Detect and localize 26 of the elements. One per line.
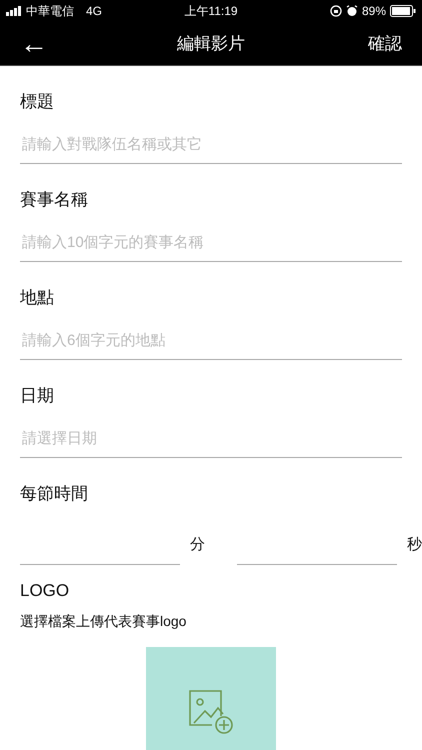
input-field[interactable]: 請輸入6個字元的地點 [20,322,402,360]
confirm-button[interactable]: 確認 [368,32,402,55]
carrier-name: 中華電信 [26,2,74,20]
clock-time: 上午11:19 [184,2,238,20]
field-label: 賽事名稱 [20,189,89,211]
page-title: 編輯影片 [177,33,245,55]
field-label: 每節時間 [20,483,89,505]
battery-percent: 89% [362,4,386,18]
field-label: 日期 [20,385,55,407]
input-field[interactable]: 請輸入10個字元的賽事名稱 [20,224,402,262]
field-label: 標題 [20,91,55,113]
unit-label: 分 [190,535,205,555]
field-label: 地點 [20,287,55,309]
unit-label: 秒 [407,535,422,555]
network-type: 4G [86,4,102,18]
add-image-icon [188,689,234,735]
back-button[interactable]: ← [20,30,48,58]
signal-icon [6,6,22,16]
input-field[interactable]: 請輸入對戰隊伍名稱或其它 [20,126,402,164]
alarm-icon [346,5,358,17]
upload-hint: 選擇檔案上傳代表賽事logo [20,613,188,631]
image-upload-button[interactable] [146,647,276,750]
field-label: LOGO [20,580,70,602]
rotation-lock-icon [330,5,342,17]
input-field[interactable]: 請選擇日期 [20,420,402,458]
battery-icon [390,5,416,17]
